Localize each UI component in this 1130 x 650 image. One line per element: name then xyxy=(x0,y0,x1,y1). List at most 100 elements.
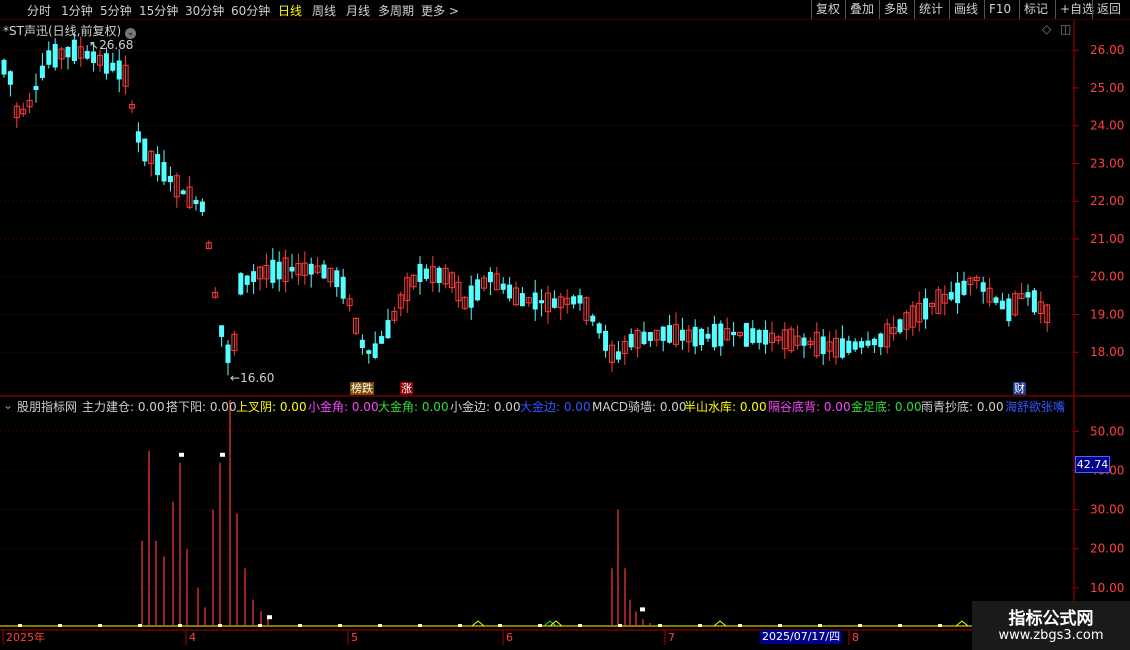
candle-body xyxy=(897,319,903,333)
price-tick-label: 23.00 xyxy=(1090,156,1124,170)
period-tab[interactable]: 多周期 xyxy=(378,2,414,19)
candle-body xyxy=(116,60,122,80)
toolbar-button[interactable]: 标记 xyxy=(1019,0,1052,19)
price-tick-label: 24.00 xyxy=(1090,119,1124,133)
baseline-dot xyxy=(658,624,662,627)
candle-body xyxy=(1025,292,1031,298)
x-axis-label: 2025年 xyxy=(6,630,45,644)
toolbar-button[interactable]: 多股 xyxy=(879,0,912,19)
candle-body xyxy=(110,62,116,71)
candle-body xyxy=(91,51,97,64)
candle-body xyxy=(878,333,884,348)
period-tab[interactable]: 5分钟 xyxy=(100,2,132,19)
baseline-dot xyxy=(858,624,862,627)
price-tick-label: 22.00 xyxy=(1090,194,1124,208)
candle-body xyxy=(948,292,954,300)
stock-title: *ST声迅(日线,前复权) xyxy=(3,24,122,38)
watermark: 指标公式网 www.zbgs3.com xyxy=(972,601,1130,650)
x-axis-label: 8 xyxy=(852,631,859,644)
candle-body xyxy=(65,47,71,58)
event-badge[interactable]: 涨 xyxy=(400,382,413,395)
candle-body xyxy=(628,333,634,348)
candle-body xyxy=(276,261,282,280)
candle-body xyxy=(71,39,77,62)
high-price-label: ↖26.68 xyxy=(89,38,134,52)
candle-body xyxy=(852,341,858,350)
candle-body xyxy=(39,65,45,78)
candle-body xyxy=(539,300,545,304)
baseline-dot xyxy=(778,624,782,627)
indicator-marker xyxy=(640,607,645,612)
candle-body xyxy=(33,85,39,90)
candle-body xyxy=(321,264,327,279)
period-tab[interactable]: 1分钟 xyxy=(61,2,93,19)
candle-body xyxy=(385,320,391,339)
candle-body xyxy=(647,332,653,341)
candle-body xyxy=(334,270,340,288)
period-tab[interactable]: 日线 xyxy=(278,2,302,19)
period-tab[interactable]: 更多 > xyxy=(421,2,459,19)
indicator-item: 海舒欲张嘴 xyxy=(1005,400,1066,414)
baseline-dot xyxy=(18,624,22,627)
candle-body xyxy=(238,273,244,295)
indicator-item: 雨青抄底: 0.00 xyxy=(921,400,1004,414)
price-tick-label: 20.00 xyxy=(1090,270,1124,284)
period-tab[interactable]: 15分钟 xyxy=(139,2,178,19)
candle-body xyxy=(711,323,717,348)
candle-body xyxy=(167,175,173,183)
toolbar-button[interactable]: F10 xyxy=(984,0,1015,19)
period-tab[interactable]: 月线 xyxy=(346,2,370,19)
chart-canvas[interactable]: 26.00 25.00 24.00 23.00 22.00 21.00 20.00 19.00… xyxy=(0,0,1130,650)
candle-body xyxy=(1006,298,1012,322)
candle-body xyxy=(308,263,314,275)
chevron-down-icon[interactable]: ⌄ xyxy=(3,398,13,412)
period-tab[interactable]: 分时 xyxy=(27,2,51,19)
chart-title: *ST声迅(日线,前复权) ⌄ xyxy=(3,22,136,39)
diamond-icon[interactable]: ◇ xyxy=(1042,22,1051,36)
x-axis-label: 4 xyxy=(189,631,196,644)
toolbar-button[interactable]: 统计 xyxy=(914,0,947,19)
candle-body xyxy=(980,282,986,292)
toolbar-button[interactable]: 叠加 xyxy=(845,0,878,19)
candle-body xyxy=(596,323,602,334)
candle-body xyxy=(532,292,538,310)
candle-body xyxy=(763,329,769,345)
candle-body xyxy=(699,328,705,346)
indicator-item: 隔谷底背: 0.00 xyxy=(768,400,851,414)
indicator-item: 搭下阳: 0.00 xyxy=(166,400,237,414)
candle-body xyxy=(161,162,167,182)
candle-body xyxy=(820,336,826,355)
candle-body xyxy=(436,267,442,283)
indicator-tick-label: 20.00 xyxy=(1090,542,1124,556)
candle-body xyxy=(961,280,967,295)
toolbar-button[interactable]: 复权 xyxy=(811,0,844,19)
indicator-wave xyxy=(955,620,969,627)
indicator-tick-label: 10.00 xyxy=(1090,581,1124,595)
candle-body xyxy=(1031,290,1037,313)
x-axis-label: 6 xyxy=(506,631,513,644)
candle-body xyxy=(366,350,372,354)
candle-body xyxy=(142,138,148,162)
indicator-item: 主力建仓: 0.00 xyxy=(82,400,165,414)
baseline-dot xyxy=(58,624,62,627)
toolbar-button[interactable]: 画线 xyxy=(949,0,982,19)
period-tab[interactable]: 30分钟 xyxy=(185,2,224,19)
baseline-dot xyxy=(418,624,422,627)
candle-body xyxy=(372,343,378,358)
event-badge[interactable]: 财 xyxy=(1013,382,1026,395)
period-tab[interactable]: 周线 xyxy=(312,2,336,19)
toolbar-button[interactable]: 返回 xyxy=(1092,0,1125,19)
period-toolbar: 分时 1分钟 5分钟 15分钟 30分钟 60分钟 日线 周线 月线 多周期 更多 > 复权 叠加 多股统… xyxy=(0,0,1130,20)
indicator-tick-label: 30.00 xyxy=(1090,503,1124,517)
candle-body xyxy=(871,338,877,346)
candle-body xyxy=(705,333,711,339)
period-tab[interactable]: 60分钟 xyxy=(231,2,270,19)
candle-body xyxy=(251,271,257,283)
event-badge[interactable]: 榜跌 xyxy=(350,382,374,395)
candle-body xyxy=(103,53,109,74)
baseline-dot xyxy=(498,624,502,627)
baseline-dot xyxy=(898,624,902,627)
window-toggle-icon[interactable]: ◫ xyxy=(1060,22,1071,36)
candle-body xyxy=(507,284,513,299)
baseline-dot xyxy=(938,624,942,627)
